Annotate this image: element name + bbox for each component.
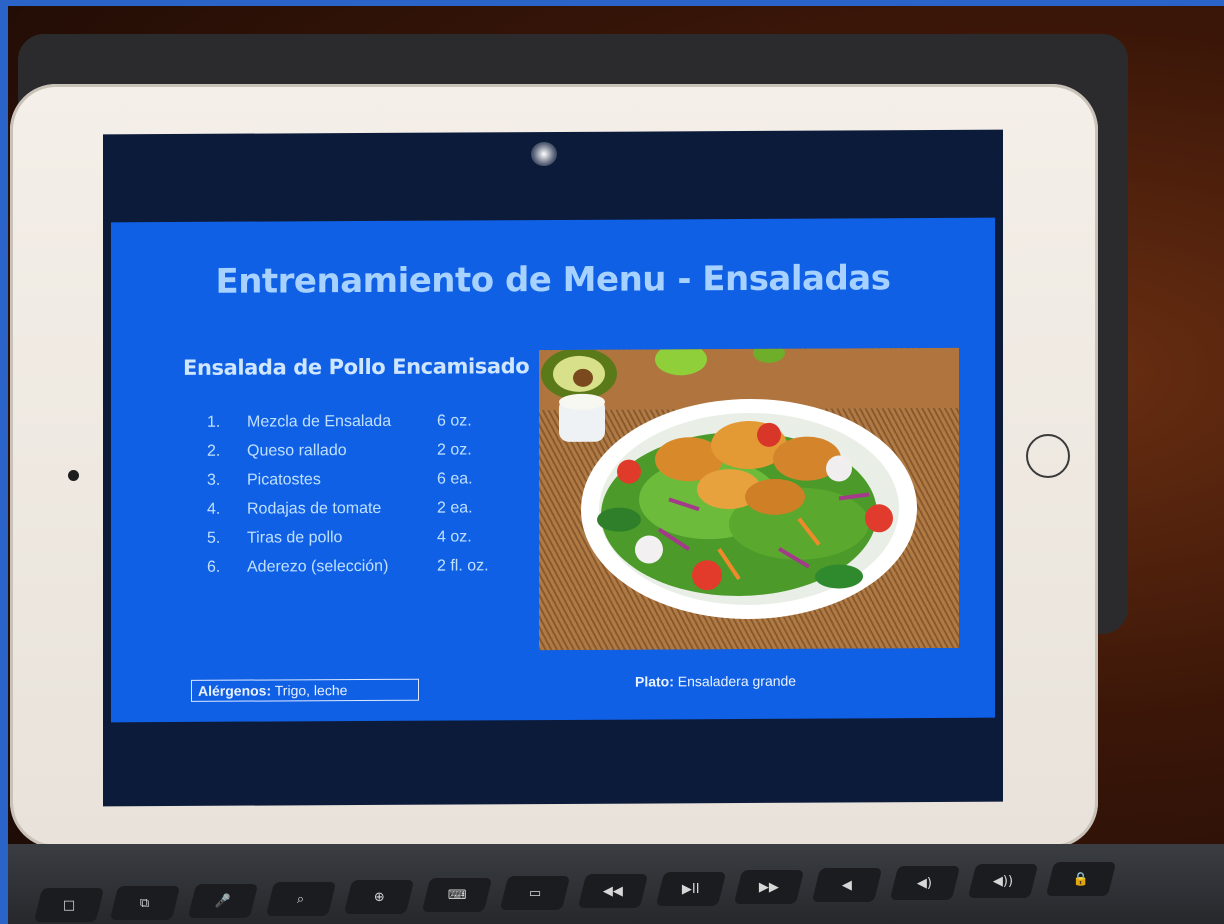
- item-number: 5.: [207, 529, 221, 547]
- ingredient-qty: 2 ea.: [437, 498, 473, 517]
- ingredient-name: Aderezo (selección): [247, 557, 389, 576]
- photo-scene: Entrenamiento de Menu - Ensaladas Ensala…: [8, 6, 1224, 924]
- list-item: 3. Picatostes 6 ea.: [207, 464, 527, 495]
- list-item: 5. Tiras de pollo 4 oz.: [207, 522, 527, 553]
- play-pause-key[interactable]: ▶II: [655, 872, 727, 906]
- dish-name: Ensalada de Pollo Encamisado: [183, 354, 530, 380]
- light-glare: [531, 141, 557, 167]
- ingredient-qty: 6 ea.: [437, 469, 473, 488]
- ipad-screen: Entrenamiento de Menu - Ensaladas Ensala…: [103, 129, 1003, 807]
- salad-illustration: [539, 347, 959, 619]
- allergens-label: Alérgenos:: [198, 682, 272, 699]
- home-button[interactable]: [1026, 434, 1070, 478]
- presentation-slide: Entrenamiento de Menu - Ensaladas Ensala…: [111, 217, 995, 723]
- home-key[interactable]: □: [33, 888, 105, 922]
- volume-up-key[interactable]: ◀)): [967, 864, 1039, 898]
- allergens-value: Trigo, leche: [274, 682, 348, 699]
- ingredient-qty: 4 oz.: [437, 527, 472, 546]
- lock-key[interactable]: 🔒: [1045, 862, 1117, 896]
- ingredient-qty: 2 fl. oz.: [437, 556, 489, 575]
- ingredient-name: Queso rallado: [247, 441, 347, 460]
- front-camera: [68, 470, 79, 481]
- app-switch-key[interactable]: ⧉: [109, 886, 181, 920]
- plate-value: Ensaladera grande: [677, 672, 797, 690]
- list-item: 4. Rodajas de tomate 2 ea.: [207, 493, 527, 524]
- item-number: 3.: [207, 471, 221, 489]
- salad-photo: [539, 347, 959, 651]
- search-key[interactable]: ⌕: [265, 882, 337, 916]
- item-number: 2.: [207, 442, 221, 460]
- mic-key[interactable]: 🎤: [187, 884, 259, 918]
- slide-title: Entrenamiento de Menu - Ensaladas: [215, 258, 891, 302]
- ingredient-qty: 6 oz.: [437, 411, 472, 430]
- keyboard: □ ⧉ 🎤 ⌕ ⊕ ⌨ ▭ ◀◀ ▶II ▶▶ ◀ ◀) ◀)) 🔒: [8, 844, 1224, 924]
- list-item: 2. Queso rallado 2 oz.: [207, 435, 527, 466]
- mute-key[interactable]: ◀: [811, 868, 883, 902]
- keyboard-key[interactable]: ⌨: [421, 878, 493, 912]
- ingredient-qty: 2 oz.: [437, 440, 472, 459]
- item-number: 6.: [207, 558, 221, 576]
- screenshot-key[interactable]: ▭: [499, 876, 571, 910]
- plate-info: Plato: Ensaladera grande: [635, 673, 796, 690]
- ipad-device: Entrenamiento de Menu - Ensaladas Ensala…: [10, 84, 1098, 848]
- allergens-box: Alérgenos: Trigo, leche: [191, 678, 419, 702]
- item-number: 1.: [207, 413, 221, 431]
- item-number: 4.: [207, 500, 221, 518]
- globe-key[interactable]: ⊕: [343, 880, 415, 914]
- volume-down-key[interactable]: ◀): [889, 866, 961, 900]
- rewind-key[interactable]: ◀◀: [577, 874, 649, 908]
- ingredient-list: 1. Mezcla de Ensalada 6 oz. 2. Queso ral…: [207, 406, 527, 582]
- ingredient-name: Mezcla de Ensalada: [247, 412, 392, 431]
- forward-key[interactable]: ▶▶: [733, 870, 805, 904]
- ingredient-name: Picatostes: [247, 470, 321, 489]
- list-item: 6. Aderezo (selección) 2 fl. oz.: [207, 551, 527, 582]
- list-item: 1. Mezcla de Ensalada 6 oz.: [207, 406, 527, 437]
- ingredient-name: Tiras de pollo: [247, 528, 343, 547]
- ingredient-name: Rodajas de tomate: [247, 499, 382, 518]
- plate-label: Plato:: [635, 673, 674, 690]
